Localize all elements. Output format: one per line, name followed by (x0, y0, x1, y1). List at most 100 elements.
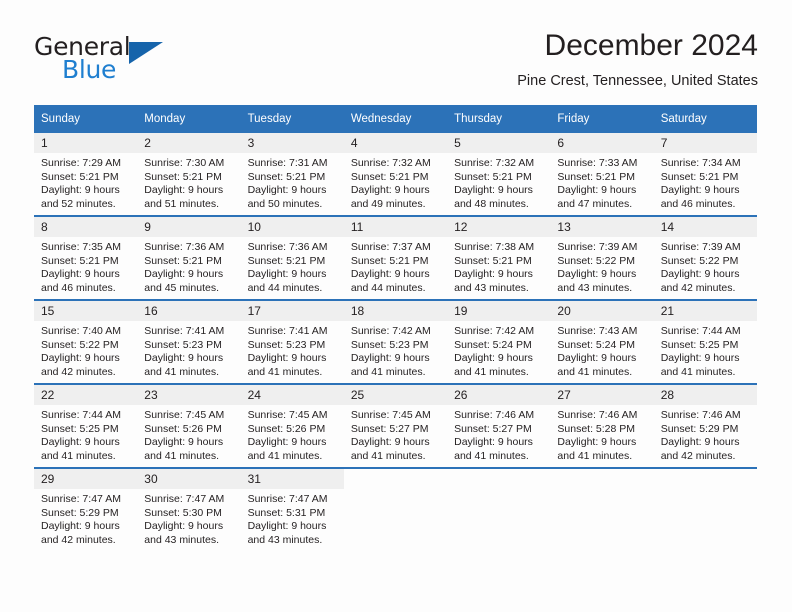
calendar-day-cell[interactable]: 8 Sunrise: 7:35 AM Sunset: 5:21 PM Dayli… (34, 215, 138, 300)
daylight-text-line2: and 43 minutes. (247, 533, 323, 546)
daylight-text-line1: Daylight: 9 hours (454, 268, 533, 281)
sunset-text: Sunset: 5:29 PM (41, 506, 119, 519)
calendar-day-cell[interactable]: 23 Sunrise: 7:45 AM Sunset: 5:26 PM Dayl… (137, 383, 241, 468)
calendar-day-cell[interactable]: 1 Sunrise: 7:29 AM Sunset: 5:21 PM Dayli… (34, 133, 138, 216)
sunset-text: Sunset: 5:21 PM (247, 170, 326, 183)
calendar-day-cell[interactable]: 31 Sunrise: 7:47 AM Sunset: 5:31 PM Dayl… (240, 467, 344, 551)
day-info: Sunrise: 7:32 AM Sunset: 5:21 PM Dayligh… (447, 153, 550, 211)
calendar-day-cell[interactable]: 13 Sunrise: 7:39 AM Sunset: 5:22 PM Dayl… (550, 215, 654, 300)
daylight-text-line1: Daylight: 9 hours (454, 352, 533, 365)
calendar-day-cell[interactable]: 22 Sunrise: 7:44 AM Sunset: 5:25 PM Dayl… (34, 383, 138, 468)
daylight-text-line1: Daylight: 9 hours (41, 268, 120, 281)
calendar-day-cell-empty (447, 467, 551, 551)
day-number: 16 (137, 301, 241, 321)
calendar-day-cell[interactable]: 4 Sunrise: 7:32 AM Sunset: 5:21 PM Dayli… (343, 133, 448, 216)
calendar-day-cell[interactable]: 3 Sunrise: 7:31 AM Sunset: 5:21 PM Dayli… (240, 133, 344, 216)
day-cell-inner: 14 Sunrise: 7:39 AM Sunset: 5:22 PM Dayl… (653, 217, 757, 299)
calendar-day-cell[interactable]: 16 Sunrise: 7:41 AM Sunset: 5:23 PM Dayl… (137, 299, 241, 384)
day-cell-inner: 24 Sunrise: 7:45 AM Sunset: 5:26 PM Dayl… (240, 385, 344, 467)
calendar-day-cell[interactable]: 14 Sunrise: 7:39 AM Sunset: 5:22 PM Dayl… (653, 215, 757, 300)
calendar-day-cell[interactable]: 9 Sunrise: 7:36 AM Sunset: 5:21 PM Dayli… (137, 215, 241, 300)
day-info: Sunrise: 7:47 AM Sunset: 5:30 PM Dayligh… (137, 489, 240, 547)
day-number (344, 469, 447, 489)
day-number: 11 (343, 217, 448, 237)
day-info: Sunrise: 7:46 AM Sunset: 5:29 PM Dayligh… (654, 405, 757, 463)
calendar-day-cell[interactable]: 15 Sunrise: 7:40 AM Sunset: 5:22 PM Dayl… (34, 299, 138, 384)
day-info: Sunrise: 7:38 AM Sunset: 5:21 PM Dayligh… (447, 237, 550, 295)
daylight-text-line2: and 48 minutes. (454, 197, 529, 210)
day-info: Sunrise: 7:36 AM Sunset: 5:21 PM Dayligh… (241, 237, 344, 295)
sunrise-text: Sunrise: 7:41 AM (247, 325, 328, 337)
daylight-text-line1: Daylight: 9 hours (660, 268, 740, 281)
calendar-day-cell-empty (343, 467, 448, 551)
calendar-day-cell[interactable]: 7 Sunrise: 7:34 AM Sunset: 5:21 PM Dayli… (653, 133, 757, 216)
sunrise-text: Sunrise: 7:34 AM (660, 157, 741, 169)
calendar-day-cell[interactable]: 26 Sunrise: 7:46 AM Sunset: 5:27 PM Dayl… (447, 383, 551, 468)
day-number: 31 (240, 469, 344, 489)
daylight-text-line2: and 41 minutes. (247, 449, 323, 462)
daylight-text-line1: Daylight: 9 hours (660, 184, 740, 197)
calendar-day-cell[interactable]: 12 Sunrise: 7:38 AM Sunset: 5:21 PM Dayl… (447, 215, 551, 300)
day-info: Sunrise: 7:44 AM Sunset: 5:25 PM Dayligh… (34, 405, 137, 463)
sunset-text: Sunset: 5:23 PM (350, 338, 429, 351)
daylight-text-line2: and 41 minutes. (454, 365, 529, 378)
calendar-day-cell[interactable]: 6 Sunrise: 7:33 AM Sunset: 5:21 PM Dayli… (550, 133, 654, 216)
calendar-day-cell[interactable]: 18 Sunrise: 7:42 AM Sunset: 5:23 PM Dayl… (343, 299, 448, 384)
day-cell-inner: 17 Sunrise: 7:41 AM Sunset: 5:23 PM Dayl… (240, 301, 344, 383)
general-blue-logo[interactable]: General Blue (34, 32, 234, 92)
calendar-day-cell[interactable]: 2 Sunrise: 7:30 AM Sunset: 5:21 PM Dayli… (137, 133, 241, 216)
calendar-day-cell[interactable]: 5 Sunrise: 7:32 AM Sunset: 5:21 PM Dayli… (447, 133, 551, 216)
calendar-day-cell[interactable]: 10 Sunrise: 7:36 AM Sunset: 5:21 PM Dayl… (240, 215, 344, 300)
calendar-day-cell[interactable]: 25 Sunrise: 7:45 AM Sunset: 5:27 PM Dayl… (343, 383, 448, 468)
day-info: Sunrise: 7:45 AM Sunset: 5:26 PM Dayligh… (241, 405, 344, 463)
calendar-day-cell[interactable]: 21 Sunrise: 7:44 AM Sunset: 5:25 PM Dayl… (653, 299, 757, 384)
day-info: Sunrise: 7:41 AM Sunset: 5:23 PM Dayligh… (241, 321, 344, 379)
daylight-text-line1: Daylight: 9 hours (350, 436, 430, 449)
daylight-text-line2: and 46 minutes. (41, 281, 116, 294)
daylight-text-line2: and 51 minutes. (144, 197, 219, 210)
day-number: 6 (550, 133, 654, 153)
day-info: Sunrise: 7:36 AM Sunset: 5:21 PM Dayligh… (137, 237, 240, 295)
day-info: Sunrise: 7:30 AM Sunset: 5:21 PM Dayligh… (137, 153, 240, 211)
day-number: 25 (343, 385, 448, 405)
day-cell-inner: 4 Sunrise: 7:32 AM Sunset: 5:21 PM Dayli… (343, 133, 448, 215)
day-cell-inner: 1 Sunrise: 7:29 AM Sunset: 5:21 PM Dayli… (34, 133, 138, 215)
sunrise-text: Sunrise: 7:36 AM (247, 241, 328, 253)
calendar-day-cell[interactable]: 29 Sunrise: 7:47 AM Sunset: 5:29 PM Dayl… (34, 467, 138, 551)
daylight-text-line2: and 41 minutes. (41, 449, 116, 462)
sunrise-text: Sunrise: 7:46 AM (557, 409, 638, 421)
daylight-text-line1: Daylight: 9 hours (557, 268, 637, 281)
calendar-day-cell[interactable]: 24 Sunrise: 7:45 AM Sunset: 5:26 PM Dayl… (240, 383, 344, 468)
sunrise-text: Sunrise: 7:40 AM (41, 325, 121, 337)
calendar-header-row: Sunday Monday Tuesday Wednesday Thursday… (34, 105, 757, 133)
day-info: Sunrise: 7:47 AM Sunset: 5:29 PM Dayligh… (34, 489, 137, 547)
day-info: Sunrise: 7:31 AM Sunset: 5:21 PM Dayligh… (241, 153, 344, 211)
day-cell-inner: 20 Sunrise: 7:43 AM Sunset: 5:24 PM Dayl… (550, 301, 654, 383)
day-cell-inner: 10 Sunrise: 7:36 AM Sunset: 5:21 PM Dayl… (240, 217, 344, 299)
calendar-day-cell[interactable]: 11 Sunrise: 7:37 AM Sunset: 5:21 PM Dayl… (343, 215, 448, 300)
calendar-day-cell[interactable]: 27 Sunrise: 7:46 AM Sunset: 5:28 PM Dayl… (550, 383, 654, 468)
calendar-week-row: 15 Sunrise: 7:40 AM Sunset: 5:22 PM Dayl… (34, 299, 757, 384)
sunset-text: Sunset: 5:26 PM (247, 422, 326, 435)
calendar-week-row: 8 Sunrise: 7:35 AM Sunset: 5:21 PM Dayli… (34, 215, 757, 300)
sunset-text: Sunset: 5:23 PM (144, 338, 222, 351)
calendar-day-cell[interactable]: 20 Sunrise: 7:43 AM Sunset: 5:24 PM Dayl… (550, 299, 654, 384)
day-number: 12 (447, 217, 551, 237)
sunrise-text: Sunrise: 7:32 AM (454, 157, 535, 169)
daylight-text-line1: Daylight: 9 hours (350, 268, 430, 281)
sunset-text: Sunset: 5:21 PM (247, 254, 326, 267)
calendar-day-cell[interactable]: 30 Sunrise: 7:47 AM Sunset: 5:30 PM Dayl… (137, 467, 241, 551)
sunrise-text: Sunrise: 7:38 AM (454, 241, 535, 253)
day-cell-inner: 26 Sunrise: 7:46 AM Sunset: 5:27 PM Dayl… (447, 385, 551, 467)
day-cell-inner: 5 Sunrise: 7:32 AM Sunset: 5:21 PM Dayli… (447, 133, 551, 215)
daylight-text-line2: and 50 minutes. (247, 197, 323, 210)
daylight-text-line1: Daylight: 9 hours (41, 520, 120, 533)
calendar-day-cell[interactable]: 28 Sunrise: 7:46 AM Sunset: 5:29 PM Dayl… (653, 383, 757, 468)
daylight-text-line1: Daylight: 9 hours (247, 352, 327, 365)
calendar-week-row: 1 Sunrise: 7:29 AM Sunset: 5:21 PM Dayli… (34, 133, 757, 216)
calendar-day-cell[interactable]: 19 Sunrise: 7:42 AM Sunset: 5:24 PM Dayl… (447, 299, 551, 384)
daylight-text-line2: and 44 minutes. (247, 281, 323, 294)
calendar-day-cell[interactable]: 17 Sunrise: 7:41 AM Sunset: 5:23 PM Dayl… (240, 299, 344, 384)
sunset-text: Sunset: 5:27 PM (454, 422, 532, 435)
daylight-text-line1: Daylight: 9 hours (41, 436, 120, 449)
